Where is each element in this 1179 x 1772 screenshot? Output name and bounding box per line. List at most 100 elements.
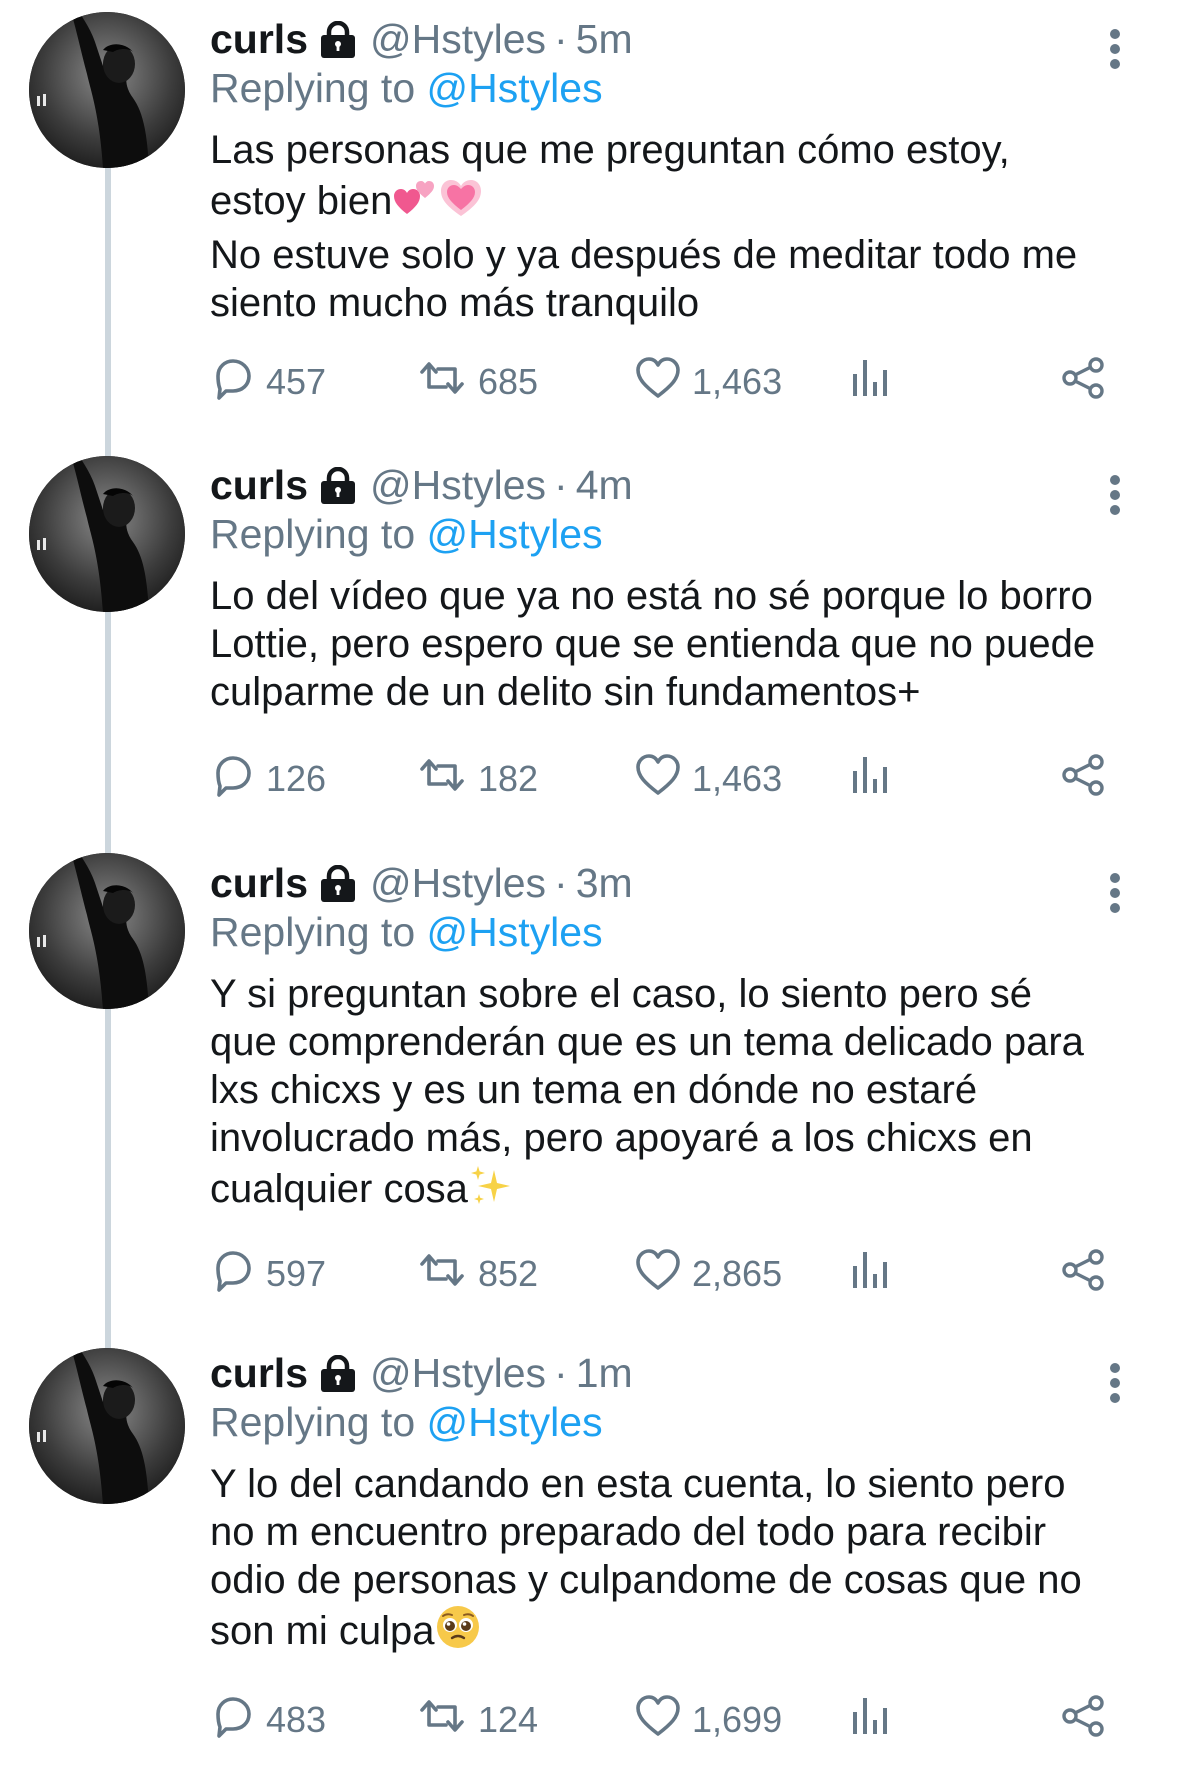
- username[interactable]: @Hstyles: [370, 858, 546, 908]
- retweet-count: 685: [478, 361, 539, 402]
- tweet-text-span: no m encuentro preparado del todo para r…: [210, 1510, 1047, 1554]
- like-button[interactable]: 2,865: [634, 1247, 783, 1302]
- tweet-actions: 126 182 1,463: [210, 753, 1160, 804]
- display-name[interactable]: curls: [210, 858, 308, 908]
- tweet-text-span: Lottie, pero espero que se entienda que …: [210, 622, 1096, 666]
- pleading-face-emoji: [435, 1604, 481, 1661]
- avatar[interactable]: [29, 12, 185, 168]
- timestamp[interactable]: 1m: [576, 1348, 633, 1398]
- analytics-button[interactable]: [850, 357, 890, 407]
- tweet-thread: curls @Hstyles · 5m Replying to @Hstyles Las …: [0, 0, 1179, 1772]
- share-button[interactable]: [1059, 753, 1107, 804]
- username[interactable]: @Hstyles: [370, 460, 546, 510]
- reply-icon: [210, 1247, 256, 1302]
- like-button[interactable]: 1,699: [634, 1694, 783, 1745]
- tweet-text-line: Lottie, pero espero que se entienda que …: [210, 620, 1140, 668]
- tweet-text-span: siento mucho más tranquilo: [210, 281, 700, 325]
- retweet-icon: [416, 1247, 468, 1302]
- reply-icon: [210, 752, 256, 807]
- like-count: 1,463: [692, 361, 783, 402]
- tweet-text: Y lo del candando en esta cuenta, lo sie…: [210, 1460, 1140, 1661]
- tweet-text-line: Lo del vídeo que ya no está no sé porque…: [210, 572, 1140, 620]
- share-button[interactable]: [1059, 1693, 1107, 1748]
- tweet-text-span: estoy bien: [210, 179, 393, 223]
- more-vertical-icon[interactable]: [1099, 1362, 1131, 1404]
- tweet-text-line: Las personas que me preguntan cómo estoy…: [210, 126, 1140, 174]
- display-name[interactable]: curls: [210, 1348, 308, 1398]
- share-icon: [1059, 1247, 1107, 1302]
- share-button[interactable]: [1059, 1247, 1107, 1302]
- separator-dot: ·: [554, 860, 568, 906]
- display-name[interactable]: curls: [210, 14, 308, 64]
- timestamp[interactable]: 3m: [576, 858, 633, 908]
- more-vertical-icon[interactable]: [1099, 28, 1131, 70]
- replying-to: Replying to @Hstyles: [210, 509, 1140, 559]
- username[interactable]: @Hstyles: [370, 1348, 546, 1398]
- analytics-button[interactable]: [850, 754, 890, 804]
- heart-icon: [634, 355, 682, 410]
- tweet: curls @Hstyles · 1m Replying to @Hstyles Y lo…: [0, 1348, 1179, 1755]
- mention-link[interactable]: @Hstyles: [427, 909, 603, 955]
- tweet-header: curls @Hstyles · 5m: [210, 14, 1140, 64]
- display-name[interactable]: curls: [210, 460, 308, 510]
- like-count: 2,865: [692, 1253, 783, 1294]
- more-vertical-icon[interactable]: [1099, 872, 1131, 914]
- reply-icon: [210, 1693, 256, 1748]
- mention-link[interactable]: @Hstyles: [427, 65, 603, 111]
- share-button[interactable]: [1059, 356, 1107, 407]
- analytics-button[interactable]: [850, 1249, 890, 1299]
- retweet-button[interactable]: 852: [416, 1249, 538, 1299]
- tweet-text-span: Y si preguntan sobre el caso, lo siento …: [210, 972, 1032, 1016]
- tweet-text-span: que comprenderán que es un tema delicado…: [210, 1020, 1084, 1064]
- tweet-text-span: Las personas que me preguntan cómo estoy…: [210, 128, 1010, 172]
- avatar[interactable]: [29, 456, 185, 612]
- tweet: curls @Hstyles · 3m Replying to @Hstyles Y si…: [0, 853, 1179, 1309]
- reply-count: 597: [266, 1253, 327, 1294]
- like-button[interactable]: 1,463: [634, 355, 783, 410]
- tweet-text-line: siento mucho más tranquilo: [210, 279, 1140, 327]
- retweet-icon: [416, 752, 468, 807]
- like-count: 1,463: [692, 758, 783, 799]
- tweet-content: curls @Hstyles · 4m Replying to @Hstyles Lo d…: [210, 460, 1140, 716]
- sparkles-emoji: [468, 1162, 514, 1219]
- reply-count: 457: [266, 361, 327, 402]
- tweet-text-span: cualquier cosa: [210, 1167, 468, 1211]
- tweet-text-span: involucrado más, pero apoyaré a los chic…: [210, 1116, 1033, 1160]
- tweet-text-line: cualquier cosa: [210, 1162, 1140, 1219]
- analytics-icon: [850, 356, 890, 409]
- timestamp[interactable]: 5m: [576, 14, 633, 64]
- tweet-text-span: culparme de un delito sin fundamentos+: [210, 670, 921, 714]
- lock-icon: [318, 1354, 358, 1392]
- avatar[interactable]: [29, 1348, 185, 1504]
- tweet-text-span: lxs chicxs y es un tema en dónde no esta…: [210, 1068, 978, 1112]
- reply-button[interactable]: 457: [210, 357, 326, 407]
- like-count: 1,699: [692, 1699, 783, 1740]
- analytics-icon: [850, 1248, 890, 1301]
- separator-dot: ·: [554, 1350, 568, 1396]
- timestamp[interactable]: 4m: [576, 460, 633, 510]
- mention-link[interactable]: @Hstyles: [427, 1399, 603, 1445]
- avatar[interactable]: [29, 853, 185, 1009]
- retweet-button[interactable]: 685: [416, 357, 538, 407]
- replying-label: Replying to: [210, 65, 416, 111]
- reply-button[interactable]: 126: [210, 754, 326, 804]
- more-vertical-icon[interactable]: [1099, 474, 1131, 516]
- retweet-count: 182: [478, 758, 539, 799]
- retweet-button[interactable]: 124: [416, 1695, 538, 1745]
- retweet-icon: [416, 1693, 468, 1748]
- retweet-button[interactable]: 182: [416, 754, 538, 804]
- heart-icon: [634, 1247, 682, 1302]
- tweet-text-line: culparme de un delito sin fundamentos+: [210, 668, 1140, 716]
- analytics-button[interactable]: [850, 1695, 890, 1745]
- reply-button[interactable]: 483: [210, 1695, 326, 1745]
- share-icon: [1059, 1693, 1107, 1748]
- like-button[interactable]: 1,463: [634, 753, 783, 804]
- tweet-text-line: No estuve solo y ya después de meditar t…: [210, 231, 1140, 279]
- tweet-text: Las personas que me preguntan cómo estoy…: [210, 126, 1140, 327]
- username[interactable]: @Hstyles: [370, 14, 546, 64]
- reply-button[interactable]: 597: [210, 1249, 326, 1299]
- mention-link[interactable]: @Hstyles: [427, 511, 603, 557]
- analytics-icon: [850, 1694, 890, 1747]
- tweet-actions: 457 685 1,463: [210, 355, 1160, 410]
- retweet-count: 124: [478, 1699, 539, 1740]
